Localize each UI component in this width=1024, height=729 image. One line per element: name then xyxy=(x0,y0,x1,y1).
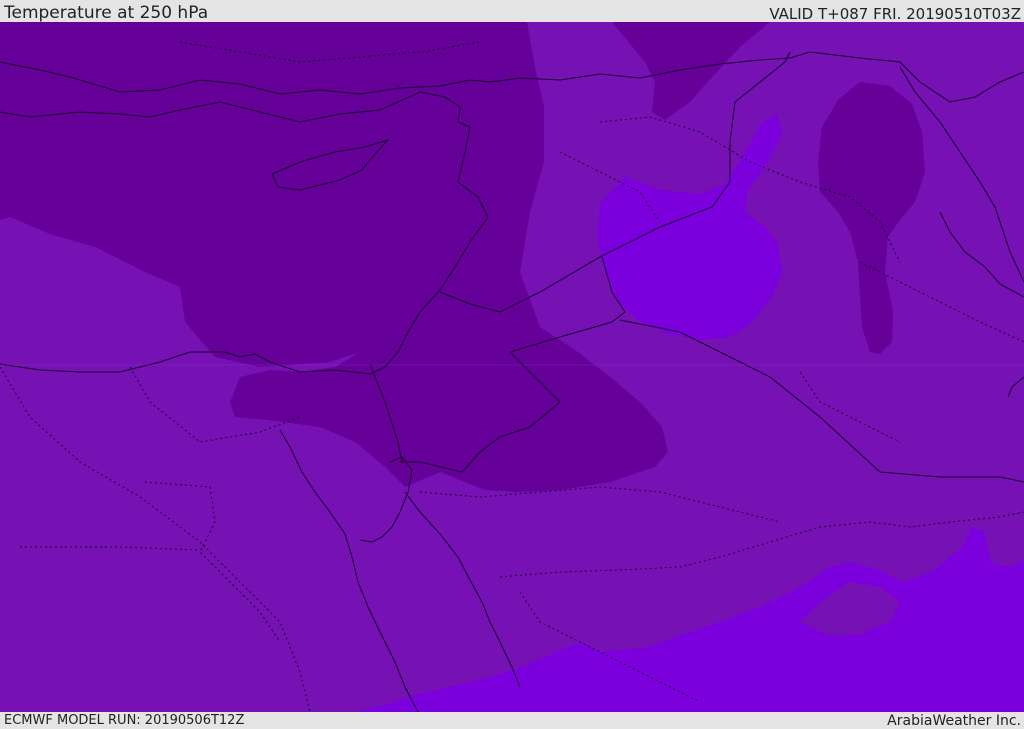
credit-label: ArabiaWeather Inc. xyxy=(887,713,1021,729)
model-run-label: ECMWF MODEL RUN: 20190506T12Z xyxy=(4,713,245,728)
temperature-map xyxy=(0,22,1024,712)
weather-map-page: Temperature at 250 hPa VALID T+087 FRI. … xyxy=(0,0,1024,729)
footer-bar: ECMWF MODEL RUN: 20190506T12Z ArabiaWeat… xyxy=(0,712,1024,729)
header-bar: Temperature at 250 hPa VALID T+087 FRI. … xyxy=(0,0,1024,23)
map-title: Temperature at 250 hPa xyxy=(4,3,209,23)
valid-time-label: VALID T+087 FRI. 20190510T03Z xyxy=(769,5,1021,23)
map-canvas xyxy=(0,22,1024,712)
